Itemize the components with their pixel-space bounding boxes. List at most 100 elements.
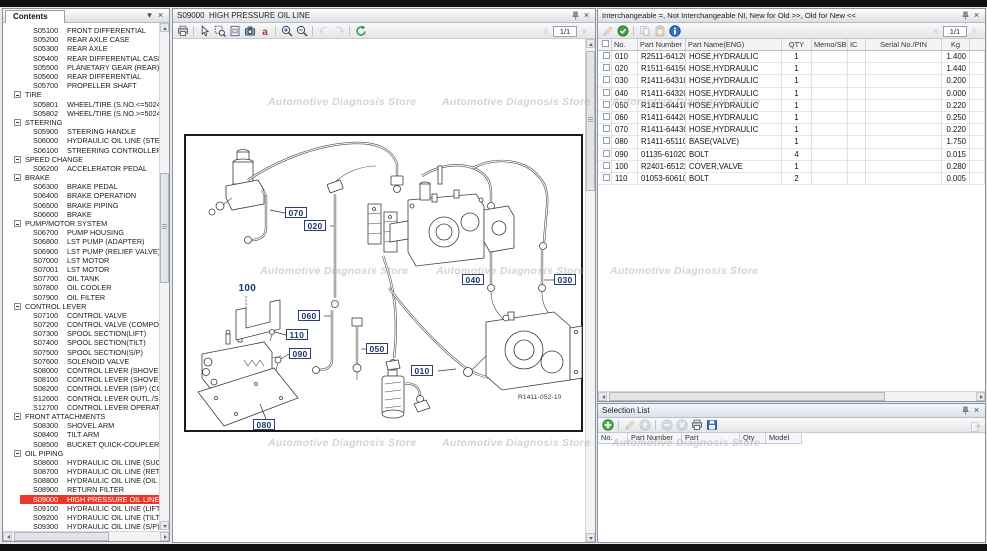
tree-item-s07700[interactable]: S07700OIL TANK — [3, 274, 159, 283]
export-icon[interactable] — [969, 421, 981, 433]
close-icon[interactable]: × — [581, 10, 592, 21]
copy-icon[interactable] — [638, 24, 651, 37]
collapse-icon[interactable] — [14, 174, 21, 181]
scrollbar-thumb[interactable] — [160, 173, 169, 283]
close-icon[interactable]: × — [971, 10, 982, 21]
tree-item-s05400[interactable]: S05400REAR DIFFERENTIAL CASE — [3, 54, 159, 63]
diagram-canvas[interactable]: R1411-052-10 070020100060110090080040030… — [173, 39, 586, 542]
diagram-callout-010[interactable]: 010 — [411, 365, 433, 376]
pin-icon[interactable] — [960, 10, 971, 21]
contents-vertical-scrollbar[interactable] — [159, 23, 169, 530]
zoom-out-icon[interactable] — [295, 24, 308, 37]
tree-group-oil-piping[interactable]: OIL PIPING — [3, 449, 159, 458]
page-indicator[interactable]: 1/1 — [553, 26, 577, 37]
tree-item-s06600[interactable]: S06600BRAKE — [3, 210, 159, 219]
tree-item-s08200[interactable]: S08200CONTROL LEVER (S/P) (COMPOI — [3, 384, 159, 393]
tree-item-s05200[interactable]: S05200REAR AXLE CASE — [3, 35, 159, 44]
tree-item-s05700[interactable]: S05700PROPELLER SHAFT — [3, 81, 159, 90]
close-icon[interactable]: × — [971, 405, 982, 416]
tree-item-s07500[interactable]: S07500SPOOL SECTION(S/P) — [3, 348, 159, 357]
tree-item-s08300[interactable]: S08300SHOVEL ARM — [3, 421, 159, 430]
parts-row-050[interactable]: 050R1411-64410HOSE,HYDRAULIC10.220 — [598, 100, 985, 112]
tree-group-steering[interactable]: STEERING — [3, 118, 159, 127]
collapse-icon[interactable] — [14, 220, 21, 227]
scroll-down-icon[interactable] — [586, 533, 595, 542]
row-checkbox[interactable] — [603, 137, 610, 144]
column-header-kg[interactable]: Kg — [942, 39, 970, 50]
tree-item-s07000[interactable]: S07000LST MOTOR — [3, 256, 159, 265]
delete-icon[interactable] — [675, 419, 688, 432]
tree-item-s06700[interactable]: S06700PUMP HOUSING — [3, 228, 159, 237]
tree-item-s06800[interactable]: S06800LST PUMP (ADAPTER) — [3, 237, 159, 246]
select-all-checkbox[interactable] — [602, 40, 609, 47]
parts-row-080[interactable]: 080R1411-65110BASE(VALVE)11.750 — [598, 136, 985, 148]
tree-item-s12600[interactable]: S12600CONTROL LEVER OUTL./SLIDE U — [3, 394, 159, 403]
diagram-callout-080[interactable]: 080 — [253, 419, 275, 430]
paste-icon[interactable] — [653, 24, 666, 37]
info-icon[interactable] — [668, 24, 681, 37]
print-icon[interactable] — [176, 24, 189, 37]
row-checkbox[interactable] — [603, 174, 610, 181]
diagram-callout-030[interactable]: 030 — [554, 274, 576, 285]
scroll-right-icon[interactable] — [976, 392, 985, 401]
tree-item-s08600[interactable]: S08600HYDRAULIC OIL LINE (SUCTION) — [3, 458, 159, 467]
parts-row-090[interactable]: 09001135-61020BOLT40.015 — [598, 149, 985, 161]
scroll-left-icon[interactable] — [598, 392, 607, 401]
parts-horizontal-scrollbar[interactable] — [598, 391, 985, 401]
print-icon[interactable] — [690, 419, 703, 432]
tree-item-s09100[interactable]: S09100HYDRAULIC OIL LINE (LIFT) — [3, 504, 159, 513]
column-header-part-number[interactable]: Part Number — [638, 39, 686, 50]
parts-row-020[interactable]: 020R1511-64150HOSE,HYDRAULIC11.440 — [598, 63, 985, 75]
scroll-left-icon[interactable] — [3, 532, 12, 541]
tree-item-s05600[interactable]: S05600REAR DIFFERENTIAL — [3, 72, 159, 81]
diagram-callout-050[interactable]: 050 — [366, 343, 388, 354]
diagram-callout-060[interactable]: 060 — [298, 310, 320, 321]
scroll-down-icon[interactable] — [160, 521, 169, 530]
save-icon[interactable] — [705, 419, 718, 432]
row-checkbox[interactable] — [603, 125, 610, 132]
tree-item-s08900[interactable]: S08900RETURN FILTER — [3, 485, 159, 494]
parts-row-110[interactable]: 11001053-60610BOLT20.005 — [598, 173, 985, 185]
tree-group-speed-change[interactable]: SPEED CHANGE — [3, 155, 159, 164]
tree-item-s07600[interactable]: S07600SOLENOID VALVE — [3, 357, 159, 366]
add-icon[interactable] — [601, 419, 614, 432]
tree-item-s05802[interactable]: S05802WHEEL/TIRE (S.NO.>=50244) — [3, 109, 159, 118]
parts-row-030[interactable]: 030R1411-64310HOSE,HYDRAULIC10.200 — [598, 75, 985, 87]
close-icon[interactable]: × — [155, 10, 166, 21]
tree-item-s12700[interactable]: S12700CONTROL LEVER OPERATING — [3, 403, 159, 412]
column-header-no[interactable]: No. — [598, 433, 628, 444]
page-indicator[interactable]: 1/1 — [943, 26, 967, 37]
tree-item-s07400[interactable]: S07400SPOOL SECTION(TILT) — [3, 338, 159, 347]
edit-icon[interactable] — [623, 419, 636, 432]
tree-item-s08500[interactable]: S08500BUCKET QUICK-COUPLER — [3, 439, 159, 448]
collapse-icon[interactable] — [14, 156, 21, 163]
tree-item-s07100[interactable]: S07100CONTROL VALVE — [3, 311, 159, 320]
pin-icon[interactable] — [570, 10, 581, 21]
parts-row-100[interactable]: 100R2401-65122COVER,VALVE10.280 — [598, 161, 985, 173]
pan-icon[interactable] — [198, 24, 211, 37]
tree-group-tire[interactable]: TIRE — [3, 90, 159, 99]
row-checkbox[interactable] — [603, 113, 610, 120]
remove-icon[interactable] — [660, 419, 673, 432]
tree-item-s07001[interactable]: S07001LST MOTOR — [3, 265, 159, 274]
column-header-qty[interactable]: QTY — [782, 39, 812, 50]
dropdown-icon[interactable]: ▾ — [144, 10, 155, 21]
parts-row-040[interactable]: 040R1411-64320HOSE,HYDRAULIC10.000 — [598, 88, 985, 100]
tree-item-s08000[interactable]: S08000CONTROL LEVER (SHOVELL) — [3, 366, 159, 375]
tree-item-s09200[interactable]: S09200HYDRAULIC OIL LINE (TILT) — [3, 513, 159, 522]
zoom-in-icon[interactable] — [280, 24, 293, 37]
tree-item-s06400[interactable]: S06400BRAKE OPERATION — [3, 191, 159, 200]
collapse-icon[interactable] — [14, 450, 21, 457]
row-checkbox[interactable] — [603, 76, 610, 83]
row-checkbox[interactable] — [603, 162, 610, 169]
collapse-icon[interactable] — [14, 413, 21, 420]
tree-item-s07900[interactable]: S07900OIL FILTER — [3, 292, 159, 301]
tree-item-s08400[interactable]: S08400TILT ARM — [3, 430, 159, 439]
tree-item-s09000[interactable]: S09000HIGH PRESSURE OIL LINE — [3, 495, 159, 504]
tree-item-s07200[interactable]: S07200CONTROL VALVE (COMPONENT — [3, 320, 159, 329]
diagram-vertical-scrollbar[interactable] — [585, 39, 595, 542]
column-header-no[interactable]: No. — [612, 39, 638, 50]
column-header-model[interactable]: Model — [766, 433, 802, 444]
contents-horizontal-scrollbar[interactable] — [3, 531, 169, 541]
tree-item-s05500[interactable]: S05500PLANETARY GEAR (REAR) — [3, 63, 159, 72]
